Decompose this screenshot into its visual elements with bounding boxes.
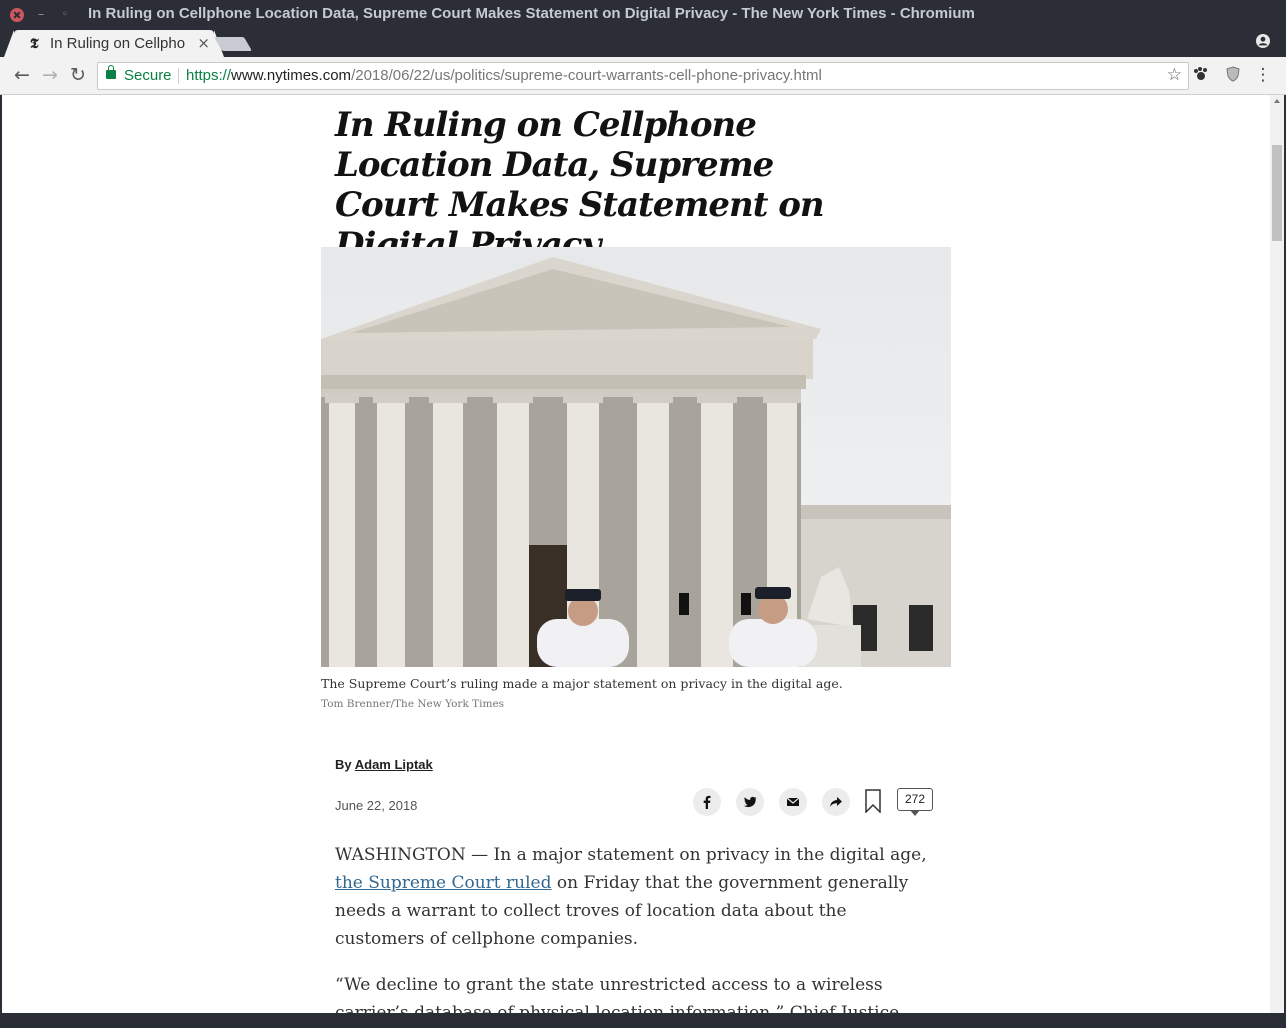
more-share-button[interactable] [822, 788, 850, 816]
share-icon [830, 797, 842, 807]
bookmark-icon[interactable] [864, 789, 882, 813]
window-titlebar: – ◦ In Ruling on Cellphone Location Data… [0, 0, 1286, 30]
browser-toolbar: ← → ↻ Secure https://www.nytimes.com/201… [0, 57, 1286, 95]
article-paragraph-1: WASHINGTON — In a major statement on pri… [335, 841, 935, 953]
window-title: In Ruling on Cellphone Location Data, Su… [88, 5, 975, 22]
facebook-icon [703, 795, 711, 809]
url-text[interactable]: https://www.nytimes.com/2018/06/22/us/po… [186, 67, 822, 84]
author-link[interactable]: Adam Liptak [355, 757, 433, 772]
supreme-court-photo [321, 247, 951, 667]
vertical-scrollbar[interactable] [1270, 95, 1284, 1013]
photo-caption: The Supreme Court’s ruling made a major … [321, 676, 843, 691]
url-host: www.nytimes.com [231, 67, 352, 84]
lock-icon [106, 65, 116, 79]
extension-shield-icon[interactable] [1224, 66, 1242, 84]
facebook-share-button[interactable] [693, 788, 721, 816]
bookmark-star-icon[interactable]: ☆ [1167, 65, 1182, 85]
supreme-court-ruled-link[interactable]: the Supreme Court ruled [335, 873, 552, 893]
article-headline: In Ruling on Cellphone Location Data, Su… [335, 105, 825, 265]
secure-label: Secure [124, 67, 172, 84]
chrome-menu-icon[interactable]: ⋮ [1254, 66, 1272, 84]
byline: By Adam Liptak [335, 757, 433, 772]
twitter-share-button[interactable] [736, 788, 764, 816]
email-share-button[interactable] [779, 788, 807, 816]
profile-icon[interactable] [1256, 34, 1270, 48]
url-scheme: https:// [186, 67, 232, 84]
publish-date: June 22, 2018 [335, 798, 418, 813]
reload-button[interactable]: ↻ [68, 65, 88, 85]
paragraph-1-lead: WASHINGTON — In a major statement on pri… [335, 845, 927, 865]
nyt-favicon-icon: 𝕿 [30, 36, 39, 52]
omnibox-separator [178, 68, 179, 84]
extension-paw-icon[interactable] [1192, 66, 1210, 84]
window-maximize-button[interactable]: ◦ [58, 8, 72, 22]
url-path: /2018/06/22/us/politics/supreme-court-wa… [351, 67, 822, 84]
photo-credit: Tom Brenner/The New York Times [321, 698, 505, 710]
page-viewport[interactable]: In Ruling on Cellphone Location Data, Su… [2, 95, 1270, 1013]
byline-prefix: By [335, 757, 355, 772]
back-button[interactable]: ← [12, 65, 32, 85]
tab-close-icon[interactable]: × [197, 34, 210, 52]
window-minimize-button[interactable]: – [34, 8, 48, 22]
window-bottom-border [0, 1013, 1286, 1028]
tab-strip: 𝕿 In Ruling on Cellphone Location Data, … [0, 30, 1286, 57]
window-close-button[interactable] [10, 8, 24, 22]
article-paragraph-2: “We decline to grant the state unrestric… [335, 975, 900, 1013]
scroll-up-arrow-icon[interactable] [1274, 99, 1280, 103]
scroll-thumb[interactable] [1272, 145, 1282, 241]
comment-count-button[interactable]: 272 [897, 788, 933, 816]
email-icon [786, 797, 800, 806]
forward-button[interactable]: → [40, 65, 60, 85]
address-bar[interactable]: Secure https://www.nytimes.com/2018/06/2… [97, 62, 1189, 90]
tab-nytimes-article[interactable]: 𝕿 In Ruling on Cellphone Location Data, … [4, 30, 224, 57]
tab-title: In Ruling on Cellphone Location Data, Su… [50, 35, 186, 52]
twitter-icon [743, 796, 757, 808]
